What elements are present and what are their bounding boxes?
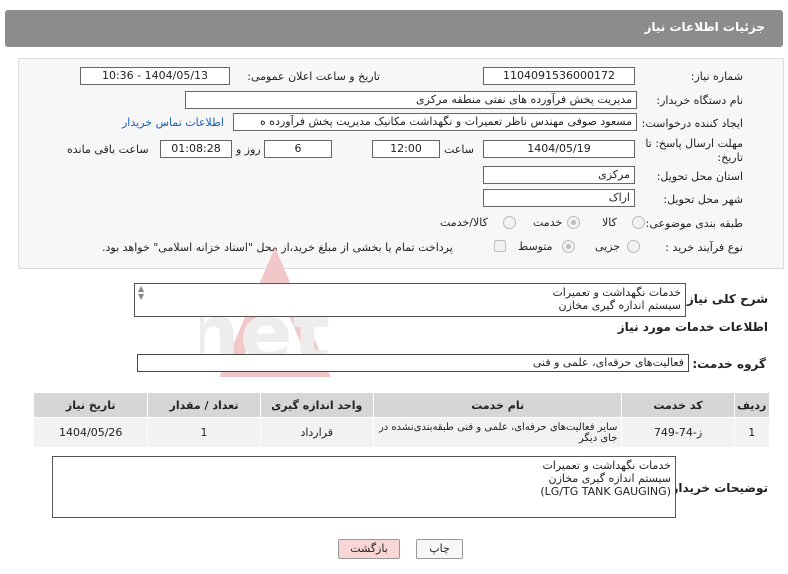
days-field[interactable]: 6 xyxy=(264,140,332,158)
table-row: 1 ز-74-749 سایر فعالیت‌های حرفه‌ای، علمی… xyxy=(32,417,771,448)
buyer-notes-label: توضیحات خریدار: xyxy=(666,481,768,495)
payment-note: پرداخت تمام یا بخشی از مبلغ خرید،از محل … xyxy=(102,241,453,254)
category-option-goods: کالا xyxy=(602,216,617,229)
col-name: نام خدمت xyxy=(372,392,623,418)
city-label: شهر محل تحویل: xyxy=(663,193,743,206)
back-button[interactable]: بازگشت xyxy=(338,539,400,559)
col-qty: تعداد / مقدار xyxy=(147,392,261,418)
remaining-label: ساعت باقی مانده xyxy=(67,143,149,156)
service-group-label: گروه خدمت: xyxy=(692,357,766,371)
summary-textarea[interactable]: خدمات نگهداشت و تعمیرات سیستم اندازه گیر… xyxy=(134,283,686,317)
category-option-both: کالا/خدمت xyxy=(440,216,488,229)
days-label: روز و xyxy=(236,143,261,156)
need-number-field[interactable]: 1104091536000172 xyxy=(483,67,635,85)
print-button[interactable]: چاپ xyxy=(416,539,463,559)
announce-label: تاریخ و ساعت اعلان عمومی: xyxy=(247,70,380,83)
process-radio-medium[interactable] xyxy=(562,240,575,253)
creator-field[interactable]: مسعود صوفی مهندس ناظر تعمیرات و نگهداشت … xyxy=(233,113,637,131)
need-number-label: شماره نیاز: xyxy=(690,70,743,83)
process-option-minor: جزیی xyxy=(595,240,621,253)
col-row: ردیف xyxy=(733,392,771,418)
cell-unit: قرارداد xyxy=(259,417,374,448)
category-radio-goods[interactable] xyxy=(632,216,645,229)
category-radio-both[interactable] xyxy=(503,216,516,229)
cell-qty: 1 xyxy=(147,417,261,448)
deadline-label: مهلت ارسال پاسخ: تا xyxy=(645,137,743,150)
services-table: ردیف کد خدمت نام خدمت واحد اندازه گیری ت… xyxy=(32,392,771,448)
col-unit: واحد اندازه گیری xyxy=(259,392,374,418)
category-radio-service[interactable] xyxy=(567,216,580,229)
summary-label: شرح کلی نیاز: xyxy=(682,292,768,306)
buyer-notes-textarea[interactable]: خدمات نگهداشت و تعمیرات سیستم اندازه گیر… xyxy=(52,456,676,518)
deadline-date-field[interactable]: 1404/05/19 xyxy=(483,140,635,158)
buyer-org-label: نام دستگاه خریدار: xyxy=(656,94,743,107)
province-label: استان محل تحویل: xyxy=(656,170,743,183)
contact-info-link[interactable]: اطلاعات تماس خریدار xyxy=(122,116,224,129)
page-title: جزئیات اطلاعات نیاز xyxy=(644,20,765,34)
col-date: تاریخ نیاز xyxy=(32,392,149,418)
deadline-label-2: تاریخ: xyxy=(717,151,743,164)
cell-code: ز-74-749 xyxy=(621,417,735,448)
deadline-time-field[interactable]: 12:00 xyxy=(372,140,440,158)
process-radio-minor[interactable] xyxy=(627,240,640,253)
creator-label: ایجاد کننده درخواست: xyxy=(641,117,743,130)
process-option-medium: متوسط xyxy=(518,240,553,253)
services-section-title: اطلاعات خدمات مورد نیاز xyxy=(617,320,768,334)
scroll-arrows-icon[interactable]: ▲ ▼ xyxy=(138,285,144,301)
province-field[interactable]: مرکزی xyxy=(483,166,635,184)
treasury-checkbox[interactable] xyxy=(494,240,506,252)
cell-row: 1 xyxy=(733,417,771,448)
col-code: کد خدمت xyxy=(621,392,735,418)
city-field[interactable]: اراک xyxy=(483,189,635,207)
remaining-field[interactable]: 01:08:28 xyxy=(160,140,232,158)
cell-name: سایر فعالیت‌های حرفه‌ای، علمی و فنی طبقه… xyxy=(372,417,623,448)
cell-date: 1404/05/26 xyxy=(32,417,149,448)
announce-field[interactable]: 1404/05/13 - 10:36 xyxy=(80,67,230,85)
category-option-service: خدمت xyxy=(533,216,563,229)
process-label: نوع فرآیند خرید : xyxy=(665,241,743,254)
category-label: طبقه بندی موضوعی: xyxy=(645,217,743,230)
time-label: ساعت xyxy=(444,143,474,156)
page-header: جزئیات اطلاعات نیاز xyxy=(5,10,783,47)
buyer-org-field[interactable]: مدیریت پخش فرآورده های نفتی منطقه مرکزی xyxy=(185,91,637,109)
service-group-field[interactable]: فعالیت‌های حرفه‌ای، علمی و فنی xyxy=(137,354,689,372)
info-panel xyxy=(18,58,784,269)
